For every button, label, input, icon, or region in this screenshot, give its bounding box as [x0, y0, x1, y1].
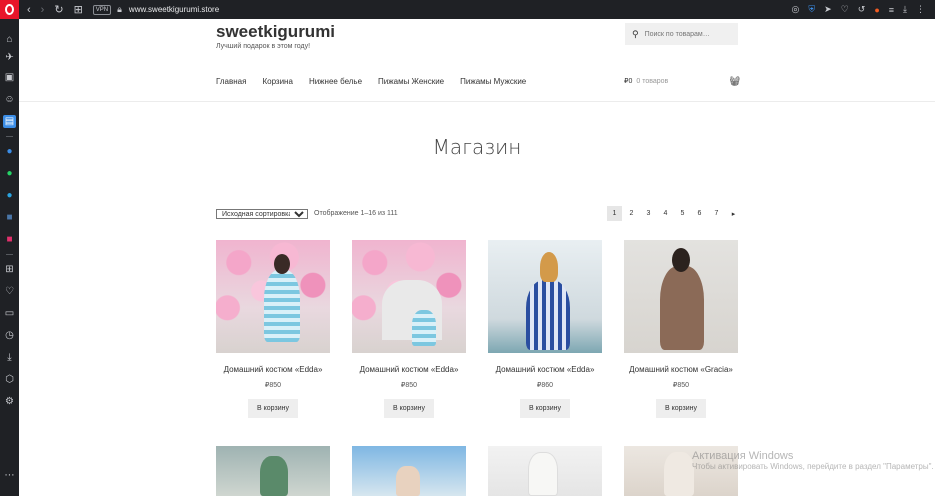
sidebar-divider [6, 136, 13, 137]
add-to-cart-button[interactable]: В корзину [656, 399, 706, 418]
main-menu: Главная Корзина Нижнее белье Пижамы Женс… [216, 77, 542, 86]
page-5[interactable]: 5 [675, 206, 690, 221]
browser-sidebar: ⌂ ✈ ▣ ☺ ▤ ● ● ● ■ ■ ⊞ ♡ ▭ ◷ ⤓ ⬡ ⚙ ⋯ [0, 19, 19, 496]
cart-total: ₽0 [624, 78, 633, 85]
menu-icon[interactable]: ≡ [889, 5, 894, 15]
product-image[interactable] [216, 446, 330, 496]
download-icon[interactable]: ⤓ [903, 4, 907, 15]
product-image[interactable] [216, 240, 330, 353]
menu-item-underwear[interactable]: Нижнее белье [309, 77, 362, 86]
downloads-icon[interactable]: ⤓ [3, 351, 16, 364]
search-input[interactable] [644, 30, 730, 38]
product-image[interactable] [488, 446, 602, 496]
page-2[interactable]: 2 [624, 206, 639, 221]
whatsapp-icon[interactable]: ● [3, 167, 16, 180]
cube-icon[interactable]: ⬡ [3, 373, 16, 386]
basket-icon[interactable]: 🧺︎ [729, 76, 740, 87]
extension-badge-icon[interactable]: ● [874, 5, 879, 15]
vk-icon[interactable]: ■ [3, 211, 16, 224]
menu-item-women-pajamas[interactable]: Пижамы Женские [378, 77, 444, 86]
settings-icon[interactable]: ⚙ [3, 395, 16, 408]
send-icon[interactable]: ➤ [824, 4, 832, 15]
sidebar-more-icon[interactable]: ⋯ [3, 469, 16, 482]
page-3[interactable]: 3 [641, 206, 656, 221]
menu-item-home[interactable]: Главная [216, 77, 246, 86]
site-title[interactable]: sweetkigurumi [216, 22, 335, 42]
browser-toolbar: ‹ › ↻ ⊞ VPN 🔒︎ www.sweetkigurumi.store ◎… [0, 0, 935, 19]
page-7[interactable]: 7 [709, 206, 724, 221]
product-name[interactable]: Домашний костюм «Edda» [216, 365, 330, 374]
product-card: Домашний костюм «Edda» ₽850 В корзину [352, 240, 466, 418]
apps-icon[interactable]: ⊞ [3, 263, 16, 276]
cart-count: 0 товаров [636, 77, 669, 85]
shield-icon[interactable]: ⛨ [808, 4, 815, 15]
add-to-cart-button[interactable]: В корзину [520, 399, 570, 418]
product-price: ₽850 [672, 382, 690, 389]
product-name[interactable]: Домашний костюм «Edda» [352, 365, 466, 374]
page-title: Магазин [432, 135, 522, 159]
history-icon[interactable]: ◷ [3, 329, 16, 342]
url-text[interactable]: www.sweetkigurumi.store [129, 5, 219, 14]
more-icon[interactable]: ⋮ [916, 4, 925, 15]
sidebar-divider [6, 254, 13, 255]
favorites-icon[interactable]: ♡ [3, 285, 16, 298]
windows-activation-text: Чтобы активировать Windows, перейдите в … [692, 462, 934, 471]
extension-icon[interactable]: ↺ [858, 4, 866, 15]
header-cart[interactable]: ₽0 0 товаров [624, 77, 669, 86]
header-divider [19, 101, 935, 102]
windows-activation-title: Активация Windows [692, 450, 794, 462]
result-count: Отображение 1–16 из 111 [314, 210, 398, 217]
vpn-badge[interactable]: VPN [92, 4, 112, 15]
back-icon[interactable]: ‹ [27, 4, 31, 16]
address-bar[interactable]: VPN 🔒︎ www.sweetkigurumi.store [92, 0, 219, 19]
lock-icon[interactable]: 🔒︎ [117, 4, 122, 15]
product-image[interactable] [488, 240, 602, 353]
product-price: ₽860 [536, 382, 554, 389]
instagram-icon[interactable]: ■ [3, 233, 16, 246]
page-6[interactable]: 6 [692, 206, 707, 221]
reload-icon[interactable]: ↻ [54, 3, 63, 16]
heart-icon[interactable]: ♡ [841, 4, 849, 15]
telegram-icon[interactable]: ● [3, 189, 16, 202]
search-icon: ⚲ [632, 28, 639, 39]
site-tagline: Лучший подарок в этом году! [216, 43, 311, 50]
emoji-icon[interactable]: ☺ [3, 93, 16, 106]
product-name[interactable]: Домашний костюм «Edda» [488, 365, 602, 374]
product-image[interactable] [352, 240, 466, 353]
add-to-cart-button[interactable]: В корзину [248, 399, 298, 418]
camera-icon[interactable]: ◎ [792, 4, 800, 15]
flights-icon[interactable]: ✈ [3, 51, 16, 64]
product-card: Домашний костюм «Edda» ₽850 В корзину [216, 240, 330, 418]
product-price: ₽850 [264, 382, 282, 389]
search-box[interactable]: ⚲ [625, 23, 738, 45]
product-name[interactable]: Домашний костюм «Gracia» [624, 365, 738, 374]
page-4[interactable]: 4 [658, 206, 673, 221]
messenger-icon[interactable]: ● [3, 145, 16, 158]
opera-logo[interactable] [0, 0, 19, 19]
product-card: Домашний костюм «Edda» ₽860 В корзину [488, 240, 602, 418]
page-1: 1 [607, 206, 622, 221]
product-image[interactable] [352, 446, 466, 496]
menu-item-cart[interactable]: Корзина [262, 77, 292, 86]
product-image[interactable] [624, 240, 738, 353]
menu-item-men-pajamas[interactable]: Пижамы Мужские [460, 77, 526, 86]
pinboard-icon[interactable]: ▭ [3, 307, 16, 320]
product-card: Домашний костюм «Gracia» ₽850 В корзину [624, 240, 738, 418]
speed-dial-icon[interactable]: ⌂ [3, 33, 16, 46]
add-to-cart-button[interactable]: В корзину [384, 399, 434, 418]
wallet-icon[interactable]: ▣ [3, 71, 16, 84]
pagination: 1 2 3 4 5 6 7 ▸ [607, 206, 743, 221]
product-price: ₽850 [400, 382, 418, 389]
next-page-icon[interactable]: ▸ [726, 206, 741, 221]
forward-icon[interactable]: › [41, 4, 45, 16]
sort-select[interactable]: Исходная сортировка [216, 209, 308, 219]
app-icon[interactable]: ▤ [3, 115, 16, 128]
tabs-grid-icon[interactable]: ⊞ [74, 3, 83, 16]
